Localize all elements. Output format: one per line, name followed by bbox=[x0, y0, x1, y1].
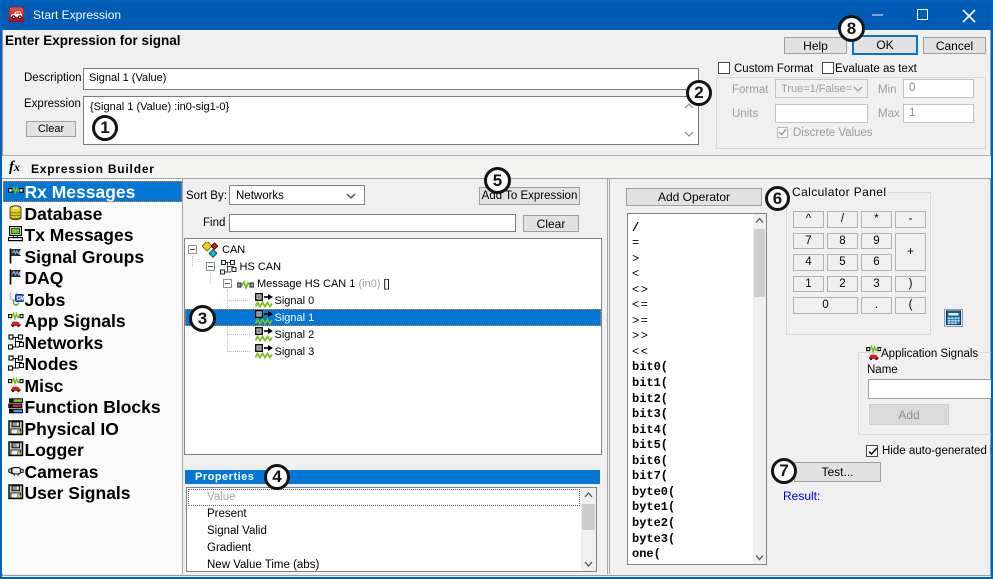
svg-text:CM: CM bbox=[17, 296, 24, 302]
